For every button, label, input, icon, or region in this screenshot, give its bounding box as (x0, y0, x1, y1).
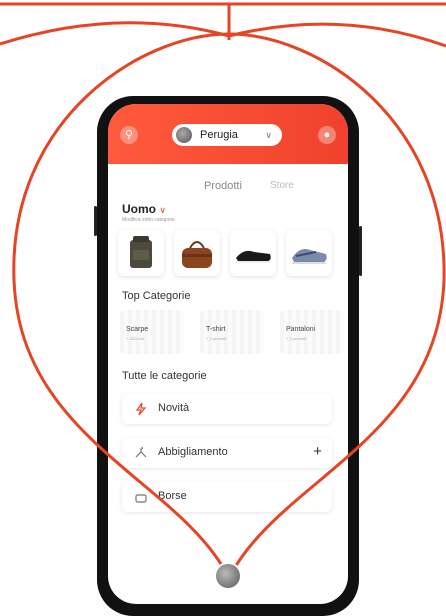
sneaker-icon (236, 250, 271, 263)
category-row-abbigliamento[interactable]: Abbigliamento + (122, 438, 332, 468)
top-category-label: Pantaloni (286, 326, 316, 333)
product-grey-sneaker[interactable] (286, 230, 332, 276)
category-row-label: Borse (158, 490, 187, 502)
chevron-down-icon: ∨ (159, 205, 166, 215)
city-avatar (176, 127, 192, 143)
backpack-icon (130, 236, 152, 268)
tab-store[interactable]: Store (270, 180, 294, 191)
top-category-label: T-shirt (206, 326, 226, 333)
category-row-borse[interactable]: Borse (122, 482, 332, 512)
power-button (359, 226, 362, 276)
sneaker-icon (292, 249, 327, 264)
volume-button (94, 206, 97, 236)
product-black-sneaker[interactable] (230, 230, 276, 276)
lightning-icon (135, 402, 147, 416)
category-row-label: Novità (158, 402, 190, 414)
product-backpack[interactable] (118, 230, 164, 276)
top-category-card[interactable]: Pantaloni + 3 prodotti (280, 310, 344, 354)
top-category-card[interactable]: T-shirt + 2 prodotti (200, 310, 264, 354)
hanger-icon (135, 446, 147, 458)
category-row-novita[interactable]: Novità (122, 394, 332, 424)
city-label: Perugia (200, 129, 238, 141)
city-selector[interactable]: Perugia ∨ (172, 124, 282, 146)
all-categories-title: Tutte le categorie (122, 370, 207, 382)
notification-icon[interactable]: ● (318, 126, 336, 144)
top-category-label: Scarpe (126, 326, 149, 333)
chevron-down-icon: ∨ (265, 129, 272, 140)
top-category-sub: + 2324 Art. (126, 336, 146, 341)
top-category-sub: + 3 prodotti (286, 336, 307, 341)
bag-icon (135, 494, 147, 503)
expand-plus-icon[interactable]: + (313, 443, 322, 460)
category-title[interactable]: Uomo ∨ (122, 202, 166, 216)
category-title-label: Uomo (122, 202, 156, 216)
category-subtitle: Modifica sotto categorie (122, 217, 175, 223)
top-category-sub: + 2 prodotti (206, 336, 227, 341)
product-leather-bag[interactable] (174, 230, 220, 276)
app-header: ⚲ Perugia ∨ ● (108, 104, 348, 164)
search-icon[interactable]: ⚲ (120, 126, 138, 144)
tab-bar: Prodotti Store (108, 180, 348, 200)
left-arc-line (0, 21, 230, 46)
phone-screen: ⚲ Perugia ∨ ● Prodotti Store Uomo ∨ Modi… (108, 104, 348, 604)
right-arc-line (228, 22, 446, 48)
top-category-card[interactable]: Scarpe + 2324 Art. (120, 310, 184, 354)
tab-products[interactable]: Prodotti (204, 180, 242, 192)
avatar (216, 564, 240, 588)
category-row-label: Abbigliamento (158, 446, 228, 458)
bag-icon (182, 241, 212, 268)
top-categories-title: Top Categorie (122, 290, 191, 302)
